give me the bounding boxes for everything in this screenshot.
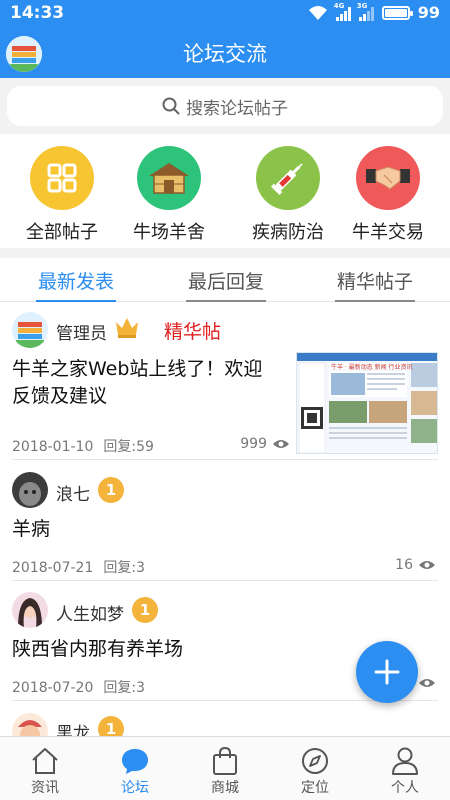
post-meta: 2018-07-21 回复:3 bbox=[12, 557, 145, 577]
nav-label: 定位 bbox=[301, 780, 329, 796]
network-3g-label: 3G bbox=[356, 1, 368, 10]
battery-level: 99 bbox=[417, 3, 440, 22]
views-count: 16 bbox=[395, 557, 413, 573]
post-username: 人生如梦 bbox=[56, 605, 124, 625]
eye-icon bbox=[273, 440, 289, 448]
status-bar: 14:33 4G 3G 99 bbox=[0, 0, 450, 28]
search-placeholder: 搜索论坛帖子 bbox=[186, 98, 288, 119]
category-trade[interactable]: 牛羊交易 bbox=[338, 146, 438, 244]
syringe-icon bbox=[256, 146, 320, 210]
nav-label: 个人 bbox=[391, 780, 419, 796]
person-icon bbox=[392, 747, 418, 775]
post-meta: 2018-01-10 回复:59 bbox=[12, 436, 154, 456]
eye-icon bbox=[419, 679, 435, 687]
signal-3g-icon: 3G bbox=[356, 1, 374, 21]
category-label: 牛羊交易 bbox=[352, 222, 424, 243]
shopping-bag-icon bbox=[213, 746, 237, 775]
status-time: 14:33 bbox=[10, 3, 65, 23]
house-icon bbox=[32, 748, 58, 774]
page-title: 论坛交流 bbox=[183, 42, 267, 66]
post-replies: 回复:59 bbox=[103, 439, 154, 455]
post-replies: 回复:3 bbox=[103, 680, 145, 696]
post-item[interactable]: 黑龙 1 bbox=[0, 701, 450, 736]
thumbnail-headline: 牛羊 · 最新动态 新闻 行业资讯 bbox=[331, 364, 413, 371]
chat-bubble-icon bbox=[122, 749, 148, 774]
category-barn[interactable]: 牛场羊舍 bbox=[119, 146, 219, 244]
post-tabs: 最新发表 最后回复 精华帖子 bbox=[0, 258, 450, 303]
grid-icon bbox=[30, 146, 94, 210]
post-username: 黑龙 bbox=[56, 724, 90, 736]
post-date: 2018-01-10 bbox=[12, 439, 94, 455]
nav-forum[interactable]: 论坛 bbox=[90, 737, 180, 800]
post-views: 16 bbox=[395, 557, 436, 573]
search-input[interactable]: 搜索论坛帖子 bbox=[7, 86, 443, 126]
category-disease[interactable]: 疾病防治 bbox=[238, 146, 338, 244]
status-icons: 4G 3G 99 bbox=[308, 1, 440, 22]
tab-last-reply[interactable]: 最后回复 bbox=[186, 267, 266, 303]
plus-icon bbox=[374, 659, 400, 685]
bottom-nav: 资讯 论坛 商城 定位 个人 bbox=[0, 736, 450, 800]
post-title: 陕西省内那有养羊场 bbox=[12, 638, 184, 660]
search-icon bbox=[162, 97, 180, 115]
avatar[interactable] bbox=[12, 713, 48, 736]
post-date: 2018-07-20 bbox=[12, 680, 94, 696]
avatar[interactable] bbox=[12, 592, 48, 628]
compass-icon bbox=[302, 748, 328, 774]
post-username: 管理员 bbox=[56, 324, 107, 344]
search-area: 搜索论坛帖子 bbox=[0, 78, 450, 134]
post-item[interactable]: 管理员 精华帖 牛羊之家Web站上线了！欢迎反馈及建议 牛羊 · 最新动态 新闻… bbox=[0, 302, 450, 460]
post-replies: 回复:3 bbox=[103, 560, 145, 576]
post-views bbox=[418, 677, 436, 689]
views-count: 999 bbox=[240, 436, 267, 452]
post-title: 羊病 bbox=[12, 518, 51, 540]
avatar[interactable] bbox=[12, 472, 48, 508]
tab-featured[interactable]: 精华帖子 bbox=[335, 267, 415, 303]
avatar[interactable] bbox=[12, 312, 48, 348]
nav-news[interactable]: 资讯 bbox=[0, 737, 90, 800]
nav-profile[interactable]: 个人 bbox=[360, 737, 450, 800]
barn-icon bbox=[137, 146, 201, 210]
level-medal-icon: 1 bbox=[132, 597, 158, 623]
nav-label: 商城 bbox=[211, 780, 239, 796]
category-label: 全部帖子 bbox=[26, 222, 98, 243]
post-title: 牛羊之家Web站上线了！欢迎反馈及建议 bbox=[12, 358, 263, 407]
level-medal-icon: 1 bbox=[98, 477, 124, 503]
battery-icon bbox=[381, 5, 413, 20]
network-4g-label: 4G bbox=[333, 1, 345, 10]
tab-label: 最新发表 bbox=[37, 271, 114, 293]
handshake-icon bbox=[356, 146, 420, 210]
post-meta: 2018-07-20 回复:3 bbox=[12, 677, 145, 697]
nav-label: 论坛 bbox=[121, 780, 149, 796]
wifi-icon bbox=[308, 5, 327, 20]
category-all-posts[interactable]: 全部帖子 bbox=[12, 146, 112, 244]
post-views: 999 bbox=[240, 436, 290, 452]
eye-icon bbox=[419, 561, 435, 569]
tab-latest[interactable]: 最新发表 bbox=[36, 267, 116, 303]
post-date: 2018-07-21 bbox=[12, 560, 94, 576]
level-medal-icon: 1 bbox=[98, 716, 124, 736]
nav-mall[interactable]: 商城 bbox=[180, 737, 270, 800]
signal-4g-icon: 4G bbox=[333, 1, 351, 21]
nav-label: 资讯 bbox=[31, 780, 59, 796]
nav-location[interactable]: 定位 bbox=[270, 737, 360, 800]
category-label: 牛场羊舍 bbox=[133, 222, 205, 243]
post-username: 浪七 bbox=[56, 485, 90, 505]
tab-label: 最后回复 bbox=[187, 271, 264, 293]
tab-label: 精华帖子 bbox=[336, 271, 413, 293]
crown-icon bbox=[116, 318, 138, 338]
category-row: 全部帖子 牛场羊舍 疾病防治 牛羊交易 bbox=[0, 134, 450, 248]
featured-badge: 精华帖 bbox=[164, 321, 222, 343]
new-post-button[interactable] bbox=[356, 641, 418, 703]
post-item[interactable]: 浪七 1 羊病 2018-07-21 回复:3 16 bbox=[0, 460, 450, 581]
category-label: 疾病防治 bbox=[252, 222, 324, 243]
top-nav-bar: 论坛交流 bbox=[0, 28, 450, 78]
post-thumbnail: 牛羊 · 最新动态 新闻 行业资讯 bbox=[296, 352, 438, 454]
